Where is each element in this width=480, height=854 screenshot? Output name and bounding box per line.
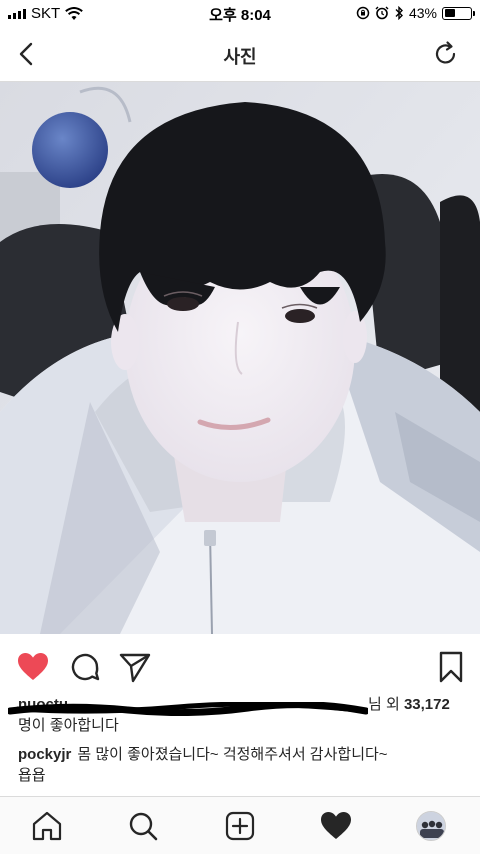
battery-percent: 43% [408, 5, 437, 21]
alarm-icon [375, 6, 389, 20]
home-icon[interactable] [30, 809, 64, 843]
avatar-image [417, 812, 445, 840]
send-icon[interactable] [118, 650, 152, 684]
activity-heart-icon[interactable] [319, 809, 353, 843]
caption-username[interactable]: pockyjr [18, 746, 71, 763]
likes-count[interactable]: 33,172 [404, 696, 450, 713]
comment-icon[interactable] [68, 650, 102, 684]
bookmark-icon[interactable] [434, 650, 468, 684]
bluetooth-icon [395, 6, 403, 20]
redaction-scribble [8, 702, 368, 716]
post-photo[interactable] [0, 82, 480, 634]
caption-text: 몸 많이 좋아졌습니다~ 걱정해주셔서 감사합니다~ [77, 746, 388, 763]
status-bar: SKT 오후 8:04 43% [0, 0, 480, 26]
profile-avatar[interactable] [416, 811, 446, 841]
add-post-icon[interactable] [223, 809, 257, 843]
status-right: 43% [356, 5, 475, 21]
post-caption: pockyjr 몸 많이 좋아졌습니다~ 걱정해주셔서 감사합니다~ 욥욥 [18, 744, 468, 786]
caption-text-line2: 욥욥 [18, 767, 46, 784]
tab-bar [0, 796, 480, 854]
battery-icon [442, 6, 475, 20]
search-icon[interactable] [126, 809, 160, 843]
likes-suffix: 명이 좋아합니다 [18, 717, 119, 734]
refresh-icon[interactable] [432, 40, 460, 68]
battery-fill [444, 9, 456, 17]
heart-filled-icon[interactable] [16, 650, 50, 684]
selfie-image [0, 82, 480, 634]
page-title: 사진 [223, 47, 257, 67]
rotation-lock-icon [356, 6, 370, 20]
post-actions [0, 644, 480, 688]
likes-mid-text: 님 외 [368, 696, 400, 713]
nav-bar: 사진 [0, 26, 480, 82]
